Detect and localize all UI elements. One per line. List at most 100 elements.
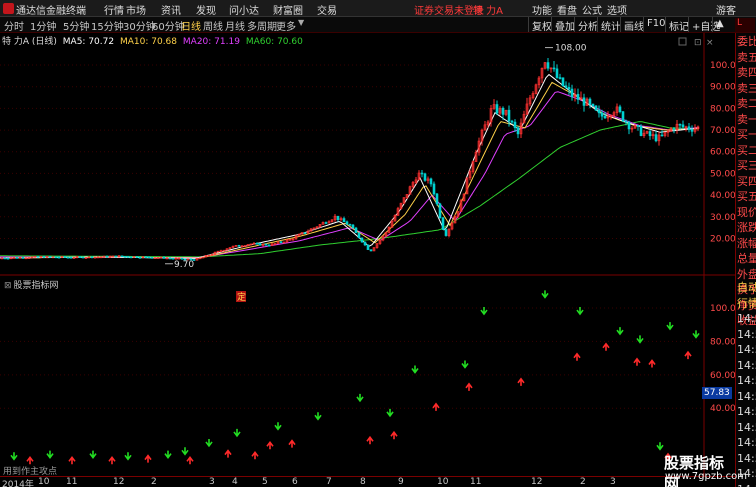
- quote-column-item[interactable]: 涨跌: [737, 221, 756, 235]
- period-daily[interactable]: 日线: [181, 18, 201, 33]
- quote-column-item[interactable]: 买四: [737, 175, 756, 189]
- buy-arrow-icon: [633, 357, 641, 366]
- date-month-label: 11: [470, 477, 482, 487]
- quote-column-item[interactable]: 卖一: [737, 113, 756, 127]
- period-5min[interactable]: 5分钟: [63, 18, 89, 33]
- quote-column-item[interactable]: 买五: [737, 190, 756, 204]
- quote-column-item[interactable]: 委比: [737, 35, 756, 49]
- menu-wealth-circle[interactable]: 财富圈: [273, 2, 303, 17]
- quote-column-item[interactable]: 买三: [737, 159, 756, 173]
- quote-column-item[interactable]: 14:50: [737, 390, 756, 404]
- candle-body: [69, 256, 73, 259]
- price-tick-label: 40.00: [710, 191, 735, 201]
- period-15min[interactable]: 15分钟: [91, 18, 124, 33]
- menu-functions[interactable]: 功能: [532, 2, 552, 17]
- indicator-axis: 100.0 80.00 60.00 40.00: [0, 304, 735, 414]
- candle-body: [441, 217, 445, 230]
- candle-body: [147, 256, 151, 259]
- quote-column-item[interactable]: 14:50: [737, 421, 756, 435]
- candle-body: [255, 242, 259, 245]
- period-weekly[interactable]: 周线: [203, 18, 223, 33]
- buy-arrow-icon: [432, 402, 440, 411]
- candle-body: [561, 77, 565, 87]
- candle-body: [351, 224, 355, 229]
- sell-arrow-icon: [541, 290, 549, 299]
- menu-options[interactable]: 选项: [607, 2, 627, 17]
- candle-body: [501, 107, 505, 115]
- quote-column-item[interactable]: 买一: [737, 128, 756, 142]
- quote-column-item[interactable]: 14:50: [737, 483, 756, 487]
- quote-column-item[interactable]: 行情: [737, 297, 756, 311]
- quote-column-item[interactable]: 14:50: [737, 436, 756, 450]
- indicator-title[interactable]: ⊠ 股票指标网: [4, 278, 59, 291]
- candle-body: [63, 256, 67, 258]
- candle-body: [363, 241, 367, 246]
- quote-column-item[interactable]: 14:50: [737, 374, 756, 388]
- candle-body: [588, 98, 592, 105]
- menu-formula[interactable]: 公式: [582, 2, 602, 17]
- period-more[interactable]: 更多: [276, 18, 296, 33]
- quote-column-item[interactable]: 卖五: [737, 51, 756, 65]
- sell-arrow-icon: [576, 307, 584, 316]
- quote-column-item[interactable]: 卖二: [737, 97, 756, 111]
- candle-body: [564, 85, 568, 88]
- quote-column-item[interactable]: 自动: [737, 281, 756, 295]
- guest-user[interactable]: 游客: [716, 2, 736, 17]
- candle-body: [435, 193, 439, 205]
- candle-body: [21, 257, 25, 259]
- quote-column-item[interactable]: 现价: [737, 206, 756, 220]
- menu-market-quotes[interactable]: 行情: [104, 2, 124, 17]
- tool-back[interactable]: ▲返回: [712, 17, 735, 32]
- menu-discover[interactable]: 发现: [196, 2, 216, 17]
- price-tick-label: 90.00: [710, 83, 735, 93]
- indicator-close-icon[interactable]: ⊠: [4, 281, 12, 291]
- menu-market[interactable]: 市场: [126, 2, 146, 17]
- candle-body: [429, 178, 433, 185]
- ma20-path: [0, 91, 700, 259]
- candle-body: [576, 93, 580, 100]
- date-axis: 2014年 10 11 12 2 3 4 5 6 7 8 9 10 11 12 2 3: [0, 476, 735, 487]
- menu-news[interactable]: 资讯: [161, 2, 181, 17]
- buy-arrow-icon: [144, 454, 152, 463]
- candle-body: [600, 112, 604, 117]
- quote-column-item[interactable]: 外盘: [737, 268, 756, 282]
- quote-column-item[interactable]: 14:50: [737, 343, 756, 357]
- quote-column-item[interactable]: 14:50: [737, 452, 756, 466]
- date-month-label: 8: [360, 477, 366, 487]
- menu-trade[interactable]: 交易: [317, 2, 337, 17]
- menu-view[interactable]: 看盘: [557, 2, 577, 17]
- candle-body: [510, 120, 514, 123]
- quote-column-item[interactable]: 14:50: [737, 312, 756, 326]
- quote-column-item[interactable]: 卖四: [737, 66, 756, 80]
- candle-body: [267, 244, 271, 247]
- candle-body: [150, 257, 154, 259]
- candle-body: [678, 123, 682, 126]
- sell-arrow-icon: [692, 330, 700, 339]
- period-30min[interactable]: 30分钟: [123, 18, 156, 33]
- quote-column-item[interactable]: 卖三: [737, 82, 756, 96]
- period-multi[interactable]: 多周期: [247, 18, 277, 33]
- period-60min[interactable]: 60分钟: [152, 18, 185, 33]
- candle-body: [345, 221, 349, 225]
- kline-chart[interactable]: ⊡ × 100.0 90.00 80.00 70.00 60.00 50.00 40.00 3…: [0, 33, 735, 487]
- period-toolbar: 分时 1分钟 5分钟 15分钟 30分钟 60分钟 日线 周线 月线 多周期 更…: [0, 17, 756, 33]
- event-marker-label[interactable]: 定: [237, 291, 246, 303]
- quote-column-item[interactable]: 买二: [737, 144, 756, 158]
- panel-controls[interactable]: ⊡ ×: [678, 37, 714, 48]
- quote-column-item[interactable]: 14:50: [737, 359, 756, 373]
- period-1min[interactable]: 1分钟: [30, 18, 56, 33]
- buy-arrow-icon: [251, 450, 259, 460]
- menu-wenxiaoda[interactable]: 问小达: [229, 2, 259, 17]
- app-name: 通达信金融终端: [16, 6, 86, 17]
- quote-column-item[interactable]: 14:50: [737, 328, 756, 342]
- l-indicator-box[interactable]: L: [735, 18, 755, 32]
- quote-column-item[interactable]: 涨幅: [737, 237, 756, 251]
- period-monthly[interactable]: 月线: [225, 18, 245, 33]
- quote-column-item[interactable]: 总量: [737, 252, 756, 266]
- quote-column-item[interactable]: 14:50: [737, 405, 756, 419]
- date-month-label: 2: [580, 477, 586, 487]
- watermark-url: www.7gpzb.com: [665, 471, 747, 482]
- candle-body: [690, 129, 694, 132]
- high-price-label: 108.00: [555, 44, 587, 54]
- period-intraday[interactable]: 分时: [4, 18, 24, 33]
